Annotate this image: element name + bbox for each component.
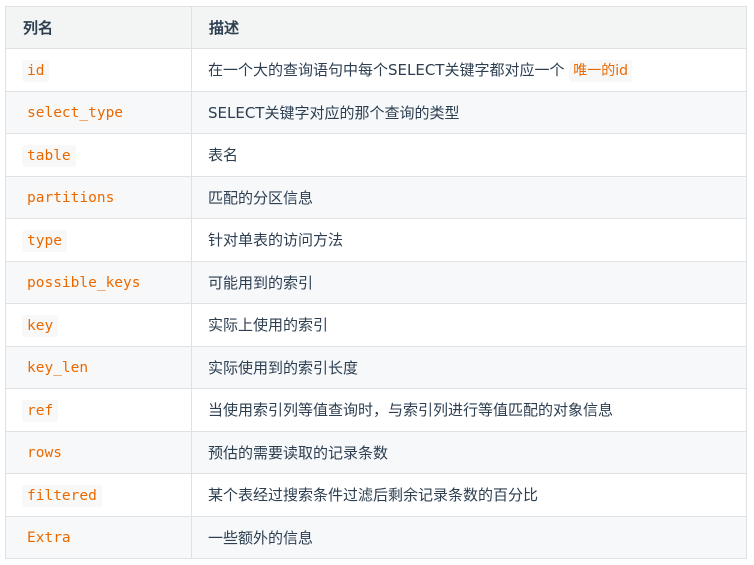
column-name-cell: type bbox=[5, 218, 192, 262]
column-name-cell: partitions bbox=[5, 175, 192, 219]
table-row: partitions 匹配的分区信息 bbox=[5, 175, 747, 219]
description-cell: 一些额外的信息 bbox=[191, 515, 747, 559]
description-cell: 预估的需要读取的记录条数 bbox=[191, 430, 747, 474]
column-name-code: partitions bbox=[22, 187, 120, 210]
column-name-code: possible_keys bbox=[22, 272, 146, 295]
table-row: key_len 实际使用到的索引长度 bbox=[5, 345, 747, 389]
column-name-code: table bbox=[22, 144, 76, 167]
table-row: rows 预估的需要读取的记录条数 bbox=[5, 430, 747, 474]
column-name-cell: key_len bbox=[5, 345, 192, 389]
table-row: key 实际上使用的索引 bbox=[5, 303, 747, 347]
description-cell: 实际上使用的索引 bbox=[191, 303, 747, 347]
header-column-name: 列名 bbox=[5, 6, 192, 49]
column-name-code: ref bbox=[22, 399, 59, 422]
description-cell: 某个表经过搜索条件过滤后剩余记录条数的百分比 bbox=[191, 473, 747, 517]
column-name-code: select_type bbox=[22, 102, 129, 125]
description-cell: 匹配的分区信息 bbox=[191, 175, 747, 219]
table-header: 列名 描述 bbox=[5, 6, 747, 49]
description-text: 在一个大的查询语句中每个SELECT关键字都对应一个 bbox=[208, 61, 565, 80]
table-row: possible_keys 可能用到的索引 bbox=[5, 260, 747, 304]
table-row: id 在一个大的查询语句中每个SELECT关键字都对应一个 唯一的id bbox=[5, 48, 747, 92]
column-name-code: type bbox=[22, 229, 67, 252]
table-row: select_type SELECT关键字对应的那个查询的类型 bbox=[5, 90, 747, 134]
table-body: id 在一个大的查询语句中每个SELECT关键字都对应一个 唯一的id sele… bbox=[5, 48, 747, 559]
column-name-cell: filtered bbox=[5, 473, 192, 517]
explain-columns-table: 列名 描述 id 在一个大的查询语句中每个SELECT关键字都对应一个 唯一的i… bbox=[5, 6, 747, 559]
table-row: type 针对单表的访问方法 bbox=[5, 218, 747, 262]
header-row: 列名 描述 bbox=[5, 6, 747, 49]
column-name-code: rows bbox=[22, 442, 67, 465]
column-name-cell: id bbox=[5, 48, 192, 92]
inline-code-unique-id: 唯一的id bbox=[569, 60, 633, 83]
column-name-cell: ref bbox=[5, 388, 192, 432]
table-row: table 表名 bbox=[5, 133, 747, 177]
column-name-cell: table bbox=[5, 133, 192, 177]
description-cell: 表名 bbox=[191, 133, 747, 177]
header-description: 描述 bbox=[191, 6, 747, 49]
description-cell: 当使用索引列等值查询时，与索引列进行等值匹配的对象信息 bbox=[191, 388, 747, 432]
column-name-cell: rows bbox=[5, 430, 192, 474]
description-cell: 针对单表的访问方法 bbox=[191, 218, 747, 262]
description-cell: 在一个大的查询语句中每个SELECT关键字都对应一个 唯一的id bbox=[191, 48, 747, 92]
column-name-cell: Extra bbox=[5, 515, 192, 559]
description-cell: 可能用到的索引 bbox=[191, 260, 747, 304]
column-name-code: key bbox=[22, 314, 59, 337]
table-row: ref 当使用索引列等值查询时，与索引列进行等值匹配的对象信息 bbox=[5, 388, 747, 432]
column-name-cell: key bbox=[5, 303, 192, 347]
column-name-cell: select_type bbox=[5, 90, 192, 134]
table-row: filtered 某个表经过搜索条件过滤后剩余记录条数的百分比 bbox=[5, 473, 747, 517]
explain-columns-table-wrapper: 列名 描述 id 在一个大的查询语句中每个SELECT关键字都对应一个 唯一的i… bbox=[5, 6, 747, 559]
column-name-code: filtered bbox=[22, 484, 102, 507]
column-name-code: id bbox=[22, 59, 50, 82]
column-name-code: Extra bbox=[22, 527, 76, 550]
column-name-cell: possible_keys bbox=[5, 260, 192, 304]
description-cell: 实际使用到的索引长度 bbox=[191, 345, 747, 389]
table-row: Extra 一些额外的信息 bbox=[5, 515, 747, 559]
description-cell: SELECT关键字对应的那个查询的类型 bbox=[191, 90, 747, 134]
column-name-code: key_len bbox=[22, 357, 94, 380]
